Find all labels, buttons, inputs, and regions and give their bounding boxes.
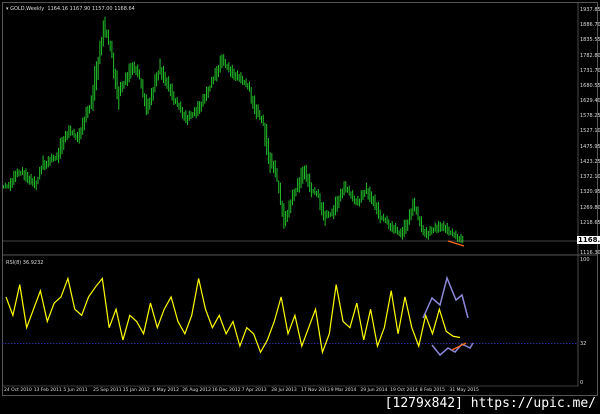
price-tick: 1218.65 <box>580 219 600 226</box>
rsi-line <box>5 276 461 355</box>
date-tick: 28 Jul 2013 <box>271 388 297 393</box>
price-tick: 1116.30 <box>580 250 600 256</box>
date-tick: 17 Nov 2013 <box>301 388 330 393</box>
price-tick: 1629.40 <box>580 98 600 105</box>
price-tick: 1680.55 <box>580 83 600 90</box>
date-tick: 8 Feb 2015 <box>419 388 445 393</box>
date-tick: 6 May 2012 <box>152 388 179 393</box>
date-tick: 16 Dec 2012 <box>211 388 241 393</box>
date-tick: 19 Oct 2014 <box>390 388 418 393</box>
price-tick: 1320.95 <box>580 189 600 196</box>
ohlc-label: 1164.16 1167.90 1157.00 1168.64 <box>47 6 135 12</box>
price-tick: 1937.85 <box>580 7 600 13</box>
date-tick: 24 Oct 2010 <box>4 388 32 393</box>
price-tick: 1527.10 <box>580 128 600 135</box>
annotation-lower <box>431 342 474 357</box>
current-price-label: 1168.64 <box>577 236 600 244</box>
date-tick: 15 Jan 2012 <box>122 388 150 393</box>
annotation-upper <box>422 275 469 319</box>
watermark: [1279x842] https://upic.me/ <box>384 396 596 411</box>
date-tick: 26 Aug 2012 <box>182 388 212 393</box>
price-bars <box>3 16 464 244</box>
price-arrow <box>447 240 465 247</box>
price-tick: 1423.25 <box>580 159 600 166</box>
price-tick: 1886.70 <box>580 22 600 29</box>
price-tick: 1578.25 <box>580 113 600 120</box>
rsi-tick: 0 <box>580 380 584 386</box>
date-tick: 5 Jun 2011 <box>63 388 88 393</box>
rsi-header: RSI(8) 36.9232 <box>6 260 44 266</box>
price-tick: 1835.55 <box>580 37 600 44</box>
date-tick: 29 Jun 2014 <box>360 388 388 393</box>
price-tick: 1269.80 <box>580 204 600 211</box>
chart-header: ▾ GOLD,Weekly 1164.16 1167.90 1157.00 11… <box>6 6 135 12</box>
date-tick: 31 May 2015 <box>449 388 479 393</box>
rsi-tick: 32 <box>580 340 587 347</box>
chart-canvas[interactable] <box>0 0 600 414</box>
symbol-label: GOLD,Weekly <box>10 6 45 12</box>
price-tick: 1475.95 <box>580 143 600 150</box>
date-tick: 9 Mar 2014 <box>330 388 357 393</box>
price-tick: 1372.10 <box>580 174 600 181</box>
price-tick: 1782.80 <box>580 52 600 59</box>
rsi-tick: 100 <box>580 257 590 263</box>
date-tick: 13 Feb 2011 <box>33 388 62 393</box>
date-tick: 25 Sep 2011 <box>93 388 122 393</box>
price-tick: 1731.70 <box>580 67 600 74</box>
rsi-arrow <box>451 342 467 351</box>
date-tick: 7 Apr 2013 <box>241 388 267 393</box>
